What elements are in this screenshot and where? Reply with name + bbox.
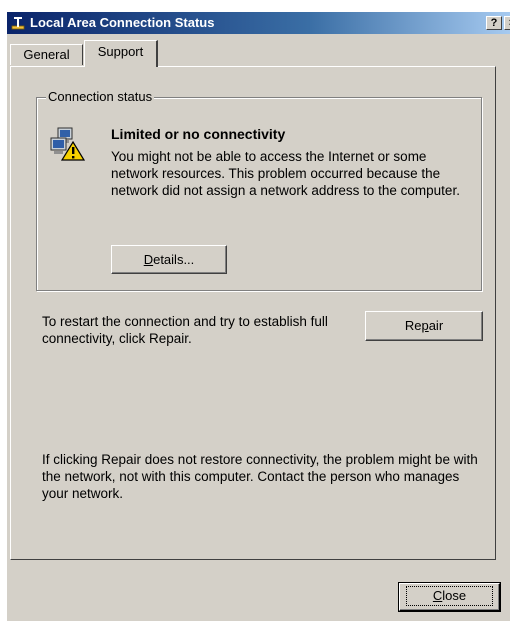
close-button-focus: Close (405, 586, 494, 606)
tab-support[interactable]: Support (84, 40, 158, 67)
tab-general[interactable]: General (10, 44, 83, 65)
repair-button-accel: p (421, 318, 429, 333)
help-button[interactable]: ? (486, 16, 502, 30)
network-connection-icon (11, 17, 25, 30)
tab-general-label: General (23, 47, 70, 62)
close-button-suffix: lose (442, 588, 467, 603)
repair-button-suffix: air (428, 318, 444, 333)
window-title: Local Area Connection Status (30, 15, 215, 30)
tab-support-label: Support (97, 44, 144, 59)
status-title: Limited or no connectivity (111, 126, 286, 142)
repair-button-prefix: Re (404, 318, 422, 333)
status-description: You might not be able to access the Inte… (111, 149, 460, 198)
details-button-accel: D (143, 252, 154, 267)
close-button-accel: C (432, 588, 443, 603)
close-button[interactable]: Close (398, 582, 501, 612)
repair-note: If clicking Repair does not restore conn… (42, 452, 478, 501)
repair-button[interactable]: Repair (365, 311, 483, 341)
close-window-button[interactable]: × (504, 16, 510, 30)
details-button[interactable]: Details... (111, 245, 227, 274)
title-bar[interactable]: Local Area Connection Status ? × (7, 12, 510, 34)
restart-instructions: To restart the connection and try to est… (42, 314, 328, 346)
details-button-suffix: etails... (153, 252, 195, 267)
network-warning-icon (50, 127, 85, 161)
group-label: Connection status (46, 89, 155, 105)
